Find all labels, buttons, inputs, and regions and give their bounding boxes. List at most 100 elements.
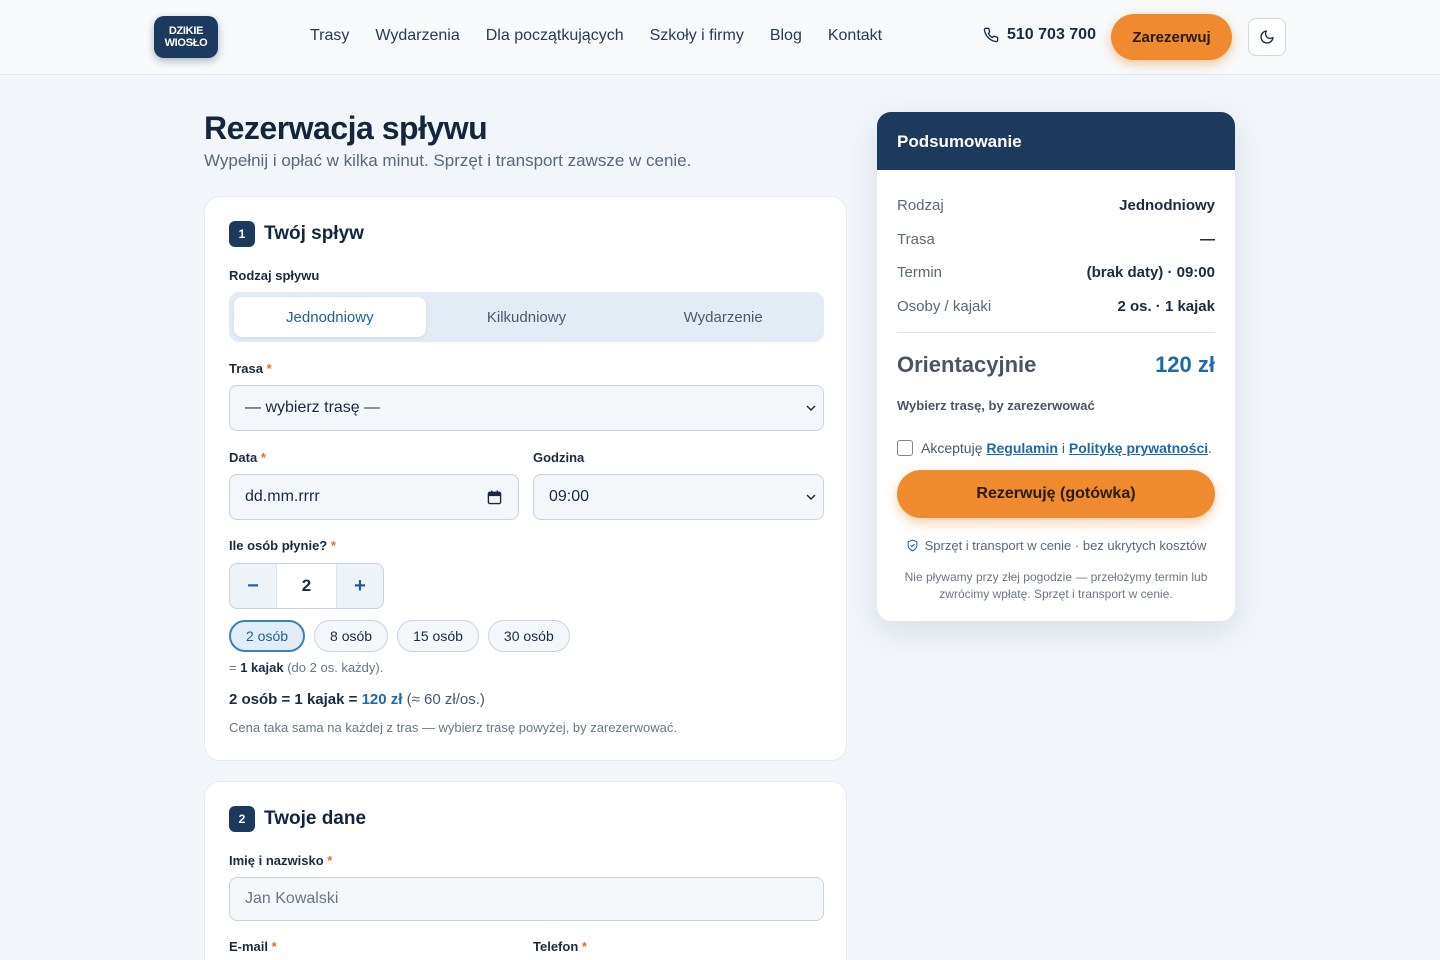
name-field[interactable]: Jan Kowalski [229, 877, 824, 921]
logo[interactable]: DZIKIE WIOSŁO [154, 16, 218, 58]
calendar-icon [487, 490, 502, 505]
summary-key: Termin [897, 264, 943, 281]
reserve-cash-button[interactable]: Rezerwuję (gotówka) [897, 470, 1215, 518]
nav-link-blog[interactable]: Blog [770, 27, 802, 45]
required-mark: * [260, 450, 266, 465]
kayak-count: 1 kajak [240, 660, 284, 675]
required-mark: * [266, 361, 272, 376]
nav-link-wydarzenia[interactable]: Wydarzenia [375, 27, 459, 45]
phone-link[interactable]: 510 703 700 [983, 26, 1096, 44]
chevron-down-icon [806, 494, 816, 501]
nav-link-kontakt[interactable]: Kontakt [828, 27, 882, 45]
preset-chip-30[interactable]: 30 osób [487, 620, 570, 652]
required-mark: * [271, 939, 277, 954]
required-mark: * [581, 939, 587, 954]
summary-row-people: Osoby / kajaki 2 os. · 1 kajak [897, 298, 1215, 315]
summary-key: Trasa [897, 231, 935, 248]
weather-policy-note: Nie pływamy przy złej pogodzie — przełoż… [904, 570, 1208, 601]
terms-text: Akceptuję Regulamin i Politykę prywatnoś… [921, 440, 1212, 456]
route-label-text: Trasa [229, 361, 263, 376]
date-label-text: Data [229, 450, 258, 465]
summary-panel: Podsumowanie Rodzaj Jednodniowy Trasa — … [877, 112, 1235, 621]
date-label: Data * [229, 450, 266, 465]
people-count-value[interactable]: 2 [276, 564, 337, 608]
required-mark: * [330, 538, 336, 553]
trip-type-option-one-day[interactable]: Jednodniowy [234, 297, 426, 337]
people-label-text: Ile osób płynie? [229, 538, 328, 553]
terms-prefix: Akceptuję [921, 440, 983, 456]
summary-row-term: Termin (brak daty) · 09:00 [897, 264, 1215, 281]
site-header: DZIKIE WIOSŁO Trasy Wydarzenia Dla począ… [0, 0, 1440, 75]
preset-chip-8[interactable]: 8 osób [314, 620, 389, 652]
phone-number: 510 703 700 [1007, 26, 1096, 43]
calc-per-person: (≈ 60 zł/os.) [406, 691, 485, 708]
kayak-note-prefix: = [229, 660, 237, 675]
header-reserve-button[interactable]: Zarezerwuj [1111, 14, 1232, 60]
preset-chip-15[interactable]: 15 osób [397, 620, 479, 652]
decrement-button[interactable]: − [230, 564, 276, 608]
guarantee-note: Sprzęt i transport w cenie · bez ukrytyc… [877, 538, 1235, 553]
step-2-card: 2 Twoje dane Imię i nazwisko * Jan Kowal… [204, 781, 847, 960]
guarantee-text: Sprzęt i transport w cenie · bez ukrytyc… [924, 538, 1207, 553]
preset-chip-2[interactable]: 2 osób [229, 620, 306, 652]
summary-key: Rodzaj [897, 197, 944, 214]
step-title: Twój spływ [264, 223, 364, 244]
terms-and: i [1061, 440, 1065, 456]
terms-end: . [1208, 440, 1213, 456]
people-stepper: − 2 + [229, 563, 384, 609]
summary-total: Orientacyjnie 120 zł [897, 352, 1215, 378]
summary-value: — [1200, 231, 1215, 248]
route-price-hint: Cena taka sama na każdej z tras — wybier… [229, 720, 677, 735]
phone-icon [983, 27, 999, 43]
trip-type-label: Rodzaj spływu [229, 268, 320, 283]
nav-link-trasy[interactable]: Trasy [310, 27, 349, 45]
time-label: Godzina [533, 450, 585, 465]
route-select-value: — wybierz trasę — [245, 399, 381, 416]
theme-toggle-button[interactable] [1248, 18, 1286, 56]
privacy-link[interactable]: Politykę prywatności [1069, 440, 1208, 456]
summary-value: (brak daty) · 09:00 [1086, 264, 1215, 281]
summary-row-type: Rodzaj Jednodniowy [897, 197, 1215, 214]
date-placeholder: dd.mm.rrrr [245, 488, 320, 505]
nav-link-szkoly[interactable]: Szkoły i firmy [650, 27, 744, 45]
time-select[interactable]: 09:00 [533, 474, 824, 520]
trip-type-option-multi-day[interactable]: Kilkudniowy [431, 297, 623, 337]
required-mark: * [327, 853, 333, 868]
name-label-text: Imię i nazwisko [229, 853, 324, 868]
step-2-header: 2 Twoje dane [229, 806, 366, 832]
trip-type-segmented-control: Jednodniowy Kilkudniowy Wydarzenie [229, 292, 824, 342]
step-1-header: 1 Twój spływ [229, 221, 364, 247]
summary-value: Jednodniowy [1119, 197, 1215, 214]
route-label: Trasa * [229, 361, 272, 376]
terms-checkbox[interactable] [897, 440, 913, 456]
moon-icon [1260, 30, 1274, 44]
kayak-note: = 1 kajak (do 2 os. każdy). [229, 660, 383, 675]
logo-line-2: WIOSŁO [164, 37, 208, 49]
name-placeholder: Jan Kowalski [245, 890, 339, 907]
date-input[interactable]: dd.mm.rrrr [229, 474, 519, 520]
phone-label-text: Telefon [533, 939, 579, 954]
nav-link-poczatkujacy[interactable]: Dla początkujących [486, 27, 624, 45]
summary-value: 2 os. · 1 kajak [1117, 298, 1215, 315]
pick-route-note: Wybierz trasę, by zarezerwować [897, 398, 1095, 413]
step-number-badge: 1 [229, 221, 255, 247]
kayak-note-suffix: (do 2 os. każdy). [287, 660, 384, 675]
page-title: Rezerwacja spływu [204, 110, 488, 146]
trip-type-option-event[interactable]: Wydarzenie [627, 297, 819, 337]
phone-label: Telefon * [533, 939, 587, 954]
people-label: Ile osób płynie? * [229, 538, 336, 553]
terms-acceptance: Akceptuję Regulamin i Politykę prywatnoś… [897, 440, 1212, 456]
summary-divider [897, 332, 1215, 333]
increment-button[interactable]: + [337, 564, 383, 608]
step-1-card: 1 Twój spływ Rodzaj spływu Jednodniowy K… [204, 196, 847, 761]
terms-link[interactable]: Regulamin [986, 440, 1058, 456]
chevron-down-icon [806, 405, 816, 412]
total-value: 120 zł [1155, 352, 1215, 377]
email-label-text: E-mail [229, 939, 269, 954]
step-number-badge: 2 [229, 806, 255, 832]
total-label: Orientacyjnie [897, 352, 1037, 377]
email-label: E-mail * [229, 939, 277, 954]
route-select[interactable]: — wybierz trasę — [229, 385, 824, 431]
shield-check-icon [907, 539, 917, 552]
calc-price: 120 zł [361, 691, 403, 708]
